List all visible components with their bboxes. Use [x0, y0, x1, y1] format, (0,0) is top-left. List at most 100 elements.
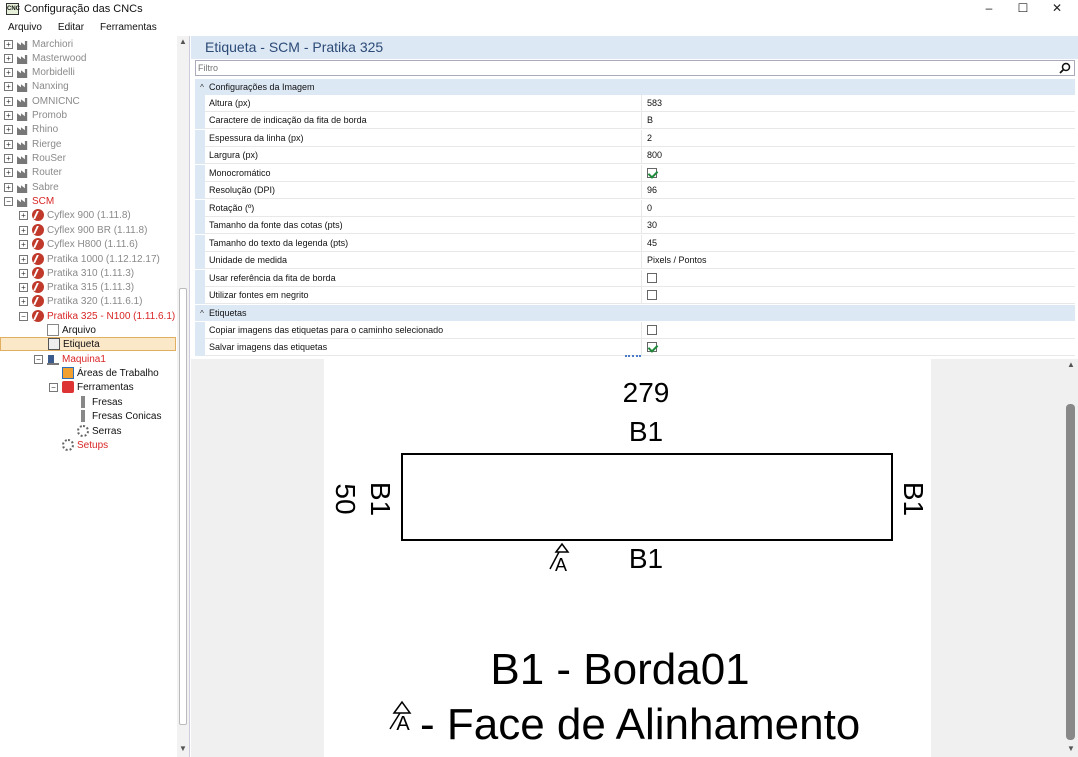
expand-icon[interactable]: +: [4, 153, 13, 163]
expand-icon[interactable]: +: [4, 182, 13, 192]
chevron-up-icon[interactable]: ^: [195, 309, 209, 318]
tree-scrollbar[interactable]: ▲ ▼: [177, 36, 189, 757]
prop-value[interactable]: B: [642, 115, 653, 125]
unit-dropdown[interactable]: Pixels / Pontos: [642, 255, 707, 265]
expand-icon[interactable]: +: [19, 282, 28, 292]
search-icon[interactable]: [1059, 62, 1071, 74]
expand-icon[interactable]: +: [4, 96, 13, 106]
bold-fonts-checkbox[interactable]: [647, 290, 657, 300]
tree-item-brand[interactable]: + Masterwood: [4, 51, 86, 65]
scroll-up-icon[interactable]: ▲: [1065, 359, 1077, 371]
expand-icon[interactable]: +: [4, 81, 13, 91]
maximize-button[interactable]: ☐: [1006, 0, 1040, 18]
close-button[interactable]: ✕: [1040, 0, 1074, 18]
prop-value[interactable]: 96: [642, 185, 657, 195]
tree-item-brand[interactable]: + Marchiori: [4, 37, 73, 51]
scroll-down-icon[interactable]: ▼: [1065, 743, 1077, 755]
prop-row[interactable]: Copiar imagens das etiquetas para o cami…: [195, 321, 1075, 339]
minimize-button[interactable]: –: [972, 0, 1006, 18]
tree-item-brand[interactable]: + Promob: [4, 108, 67, 122]
prop-row[interactable]: Largura (px) 800: [195, 146, 1075, 164]
tree-item-arquivo[interactable]: Arquivo: [34, 323, 96, 337]
expand-icon[interactable]: +: [4, 139, 13, 149]
tree-item-brand[interactable]: + Sabre: [4, 180, 59, 194]
tree-item-brand[interactable]: + OMNICNC: [4, 94, 80, 108]
tree-item-model[interactable]: + Cyflex 900 (1.11.8): [19, 208, 131, 222]
prop-row[interactable]: Usar referência da fita de borda: [195, 269, 1075, 287]
tree-item-brand[interactable]: + Nanxing: [4, 79, 69, 93]
tree-item-brand[interactable]: + Router: [4, 165, 62, 179]
tree-item-brand[interactable]: + Morbidelli: [4, 65, 75, 79]
tree-item-scm[interactable]: − SCM: [4, 194, 54, 208]
scroll-down-icon[interactable]: ▼: [177, 743, 189, 755]
tree-item-maquina[interactable]: − Maquina1: [34, 352, 106, 366]
prop-row[interactable]: Tamanho da fonte das cotas (pts) 30: [195, 216, 1075, 234]
preview-scrollbar[interactable]: ▲ ▼: [1063, 359, 1078, 757]
filter-input[interactable]: [198, 62, 1038, 74]
scroll-thumb[interactable]: [179, 288, 187, 725]
prop-value[interactable]: 2: [642, 133, 652, 143]
expand-icon[interactable]: +: [19, 210, 28, 220]
tree-item-brand[interactable]: + Rierge: [4, 137, 61, 151]
prop-row[interactable]: Resolução (DPI) 96: [195, 181, 1075, 199]
expand-icon[interactable]: +: [4, 167, 13, 177]
tree-item-model[interactable]: + Pratika 320 (1.11.6.1): [19, 294, 142, 308]
monochrome-checkbox[interactable]: [647, 168, 657, 178]
prop-value[interactable]: 800: [642, 150, 662, 160]
group-image-settings[interactable]: ^ Configurações da Imagem: [195, 79, 1075, 95]
splitter-handle[interactable]: [625, 355, 641, 358]
scroll-up-icon[interactable]: ▲: [177, 36, 189, 48]
tree-item-model[interactable]: + Pratika 310 (1.11.3): [19, 266, 134, 280]
prop-row[interactable]: Monocromático: [195, 164, 1075, 182]
menu-arquivo[interactable]: Arquivo: [0, 22, 50, 33]
expand-icon[interactable]: +: [4, 53, 13, 63]
prop-row[interactable]: Salvar imagens das etiquetas: [195, 338, 1075, 356]
tree-item-setups[interactable]: Setups: [49, 438, 108, 452]
prop-value[interactable]: 583: [642, 98, 662, 108]
tree-item-ferramentas[interactable]: − Ferramentas: [49, 380, 134, 394]
menu-ferramentas[interactable]: Ferramentas: [92, 22, 165, 33]
chevron-up-icon[interactable]: ^: [195, 83, 209, 92]
collapse-icon[interactable]: −: [4, 196, 13, 206]
prop-value[interactable]: 45: [642, 238, 657, 248]
tree-item-fresas-conicas[interactable]: Fresas Conicas: [64, 409, 161, 423]
prop-row[interactable]: Unidade de medida Pixels / Pontos: [195, 251, 1075, 269]
expand-icon[interactable]: +: [4, 67, 13, 77]
tree-item-serras[interactable]: Serras: [64, 424, 121, 438]
prop-row[interactable]: Utilizar fontes em negrito: [195, 286, 1075, 304]
scroll-thumb[interactable]: [1066, 404, 1075, 740]
collapse-icon[interactable]: −: [49, 382, 58, 392]
menu-editar[interactable]: Editar: [50, 22, 92, 33]
tree-item-fresas[interactable]: Fresas: [64, 395, 123, 409]
expand-icon[interactable]: +: [19, 225, 28, 235]
edge-reference-checkbox[interactable]: [647, 273, 657, 283]
expand-icon[interactable]: +: [4, 110, 13, 120]
tree-item-model[interactable]: + Cyflex 900 BR (1.11.8): [19, 223, 147, 237]
tree-item-model[interactable]: + Pratika 1000 (1.12.12.17): [19, 252, 160, 266]
expand-icon[interactable]: +: [19, 296, 28, 306]
expand-icon[interactable]: +: [4, 39, 13, 49]
prop-row[interactable]: Rotação (º) 0: [195, 199, 1075, 217]
prop-row[interactable]: Espessura da linha (px) 2: [195, 129, 1075, 147]
tree-item-etiqueta[interactable]: Etiqueta: [0, 337, 176, 351]
tree-item-model[interactable]: + Pratika 315 (1.11.3): [19, 280, 134, 294]
tree-item-active-model[interactable]: − Pratika 325 - N100 (1.11.6.1): [19, 309, 175, 323]
tree-item-brand[interactable]: + RouSer: [4, 151, 66, 165]
tree-item-model[interactable]: + Cyflex H800 (1.11.6): [19, 237, 138, 251]
tree-item-areas[interactable]: Áreas de Trabalho: [49, 366, 159, 380]
expand-icon[interactable]: +: [19, 254, 28, 264]
prop-row[interactable]: Caractere de indicação da fita de borda B: [195, 111, 1075, 129]
collapse-icon[interactable]: −: [34, 354, 43, 364]
group-labels[interactable]: ^ Etiquetas: [195, 305, 1075, 321]
expand-icon[interactable]: +: [4, 124, 13, 134]
tree-item-brand[interactable]: + Rhino: [4, 122, 58, 136]
prop-row[interactable]: Tamanho do texto da legenda (pts) 45: [195, 234, 1075, 252]
expand-icon[interactable]: +: [19, 239, 28, 249]
prop-row[interactable]: Altura (px) 583: [195, 94, 1075, 112]
save-images-checkbox[interactable]: [647, 342, 657, 352]
prop-value[interactable]: 30: [642, 220, 657, 230]
collapse-icon[interactable]: −: [19, 311, 28, 321]
prop-value[interactable]: 0: [642, 203, 652, 213]
expand-icon[interactable]: +: [19, 268, 28, 278]
copy-images-checkbox[interactable]: [647, 325, 657, 335]
